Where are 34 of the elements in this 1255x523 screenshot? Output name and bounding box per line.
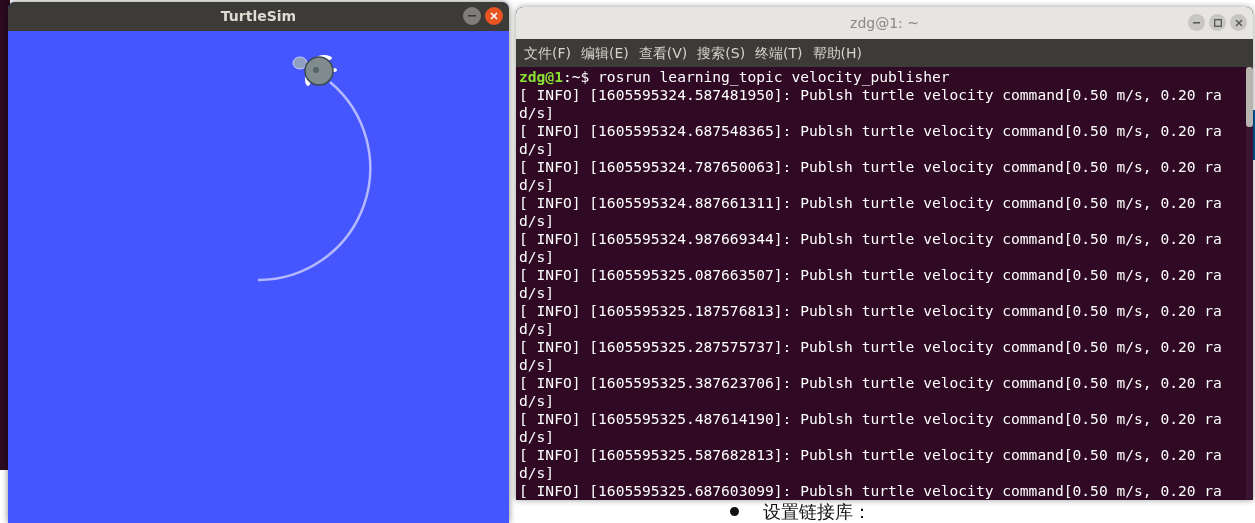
menu-item[interactable]: 搜索(S) xyxy=(697,42,746,64)
scrollbar[interactable] xyxy=(1246,67,1253,500)
minimize-icon xyxy=(1193,21,1200,24)
log-line: [ INFO] [1605595324.887661311]: Publsh turtle velocity command[0.50 m/s, 0.20 rad/s] xyxy=(519,194,1222,230)
log-line: [ INFO] [1605595324.587481950]: Publsh turtle velocity command[0.50 m/s, 0.20 rad/s] xyxy=(519,86,1222,122)
log-line: [ INFO] [1605595325.387623706]: Publsh turtle velocity command[0.50 m/s, 0.20 rad/s] xyxy=(519,374,1222,410)
turtle-drawing xyxy=(292,55,337,86)
maximize-button[interactable] xyxy=(1209,14,1226,31)
minimize-icon xyxy=(468,15,476,17)
log-line: [ INFO] [1605595325.087663507]: Publsh turtle velocity command[0.50 m/s, 0.20 rad/s] xyxy=(519,266,1222,302)
menu-item[interactable]: 终端(T) xyxy=(755,42,803,64)
log-line: [ INFO] [1605595325.287575737]: Publsh turtle velocity command[0.50 m/s, 0.20 rad/s] xyxy=(519,338,1222,374)
log-line: [ INFO] [1605595325.487614190]: Publsh turtle velocity command[0.50 m/s, 0.20 rad/s] xyxy=(519,410,1222,446)
maximize-icon xyxy=(1213,18,1222,27)
log-line: [ INFO] [1605595325.687603099]: Publsh turtle velocity command[0.50 m/s, 0.20 ra xyxy=(519,482,1222,500)
close-icon xyxy=(1234,18,1243,27)
log-line: [ INFO] [1605595325.187576813]: Publsh turtle velocity command[0.50 m/s, 0.20 rad/s] xyxy=(519,302,1222,338)
log-line: [ INFO] [1605595324.687548365]: Publsh turtle velocity command[0.50 m/s, 0.20 rad/s] xyxy=(519,122,1222,158)
menu-item[interactable]: 文件(F) xyxy=(524,42,571,64)
menu-item[interactable]: 帮助(H) xyxy=(812,42,863,64)
log-line: [ INFO] [1605595325.587682813]: Publsh turtle velocity command[0.50 m/s, 0.20 rad/s] xyxy=(519,446,1222,482)
minimize-button[interactable] xyxy=(1188,14,1205,31)
document-text: 设置链接库： xyxy=(763,501,871,522)
close-button[interactable] xyxy=(1230,14,1247,31)
bullet-icon xyxy=(730,507,739,516)
window-title: TurtleSim xyxy=(220,7,297,26)
close-button[interactable] xyxy=(485,7,503,25)
window-title: zdg@1: ~ xyxy=(850,13,919,33)
menu-item[interactable]: 编辑(E) xyxy=(581,42,629,64)
close-icon xyxy=(490,12,498,20)
command-line: zdg@1:~$ rosrun learning_topic velocity_publisher xyxy=(519,68,951,86)
log-line: [ INFO] [1605595324.787650063]: Publsh turtle velocity command[0.50 m/s, 0.20 rad/s] xyxy=(519,158,1222,194)
log-line: [ INFO] [1605595324.987669344]: Publsh turtle velocity command[0.50 m/s, 0.20 rad/s] xyxy=(519,230,1222,266)
menu-item[interactable]: 查看(V) xyxy=(638,42,688,64)
